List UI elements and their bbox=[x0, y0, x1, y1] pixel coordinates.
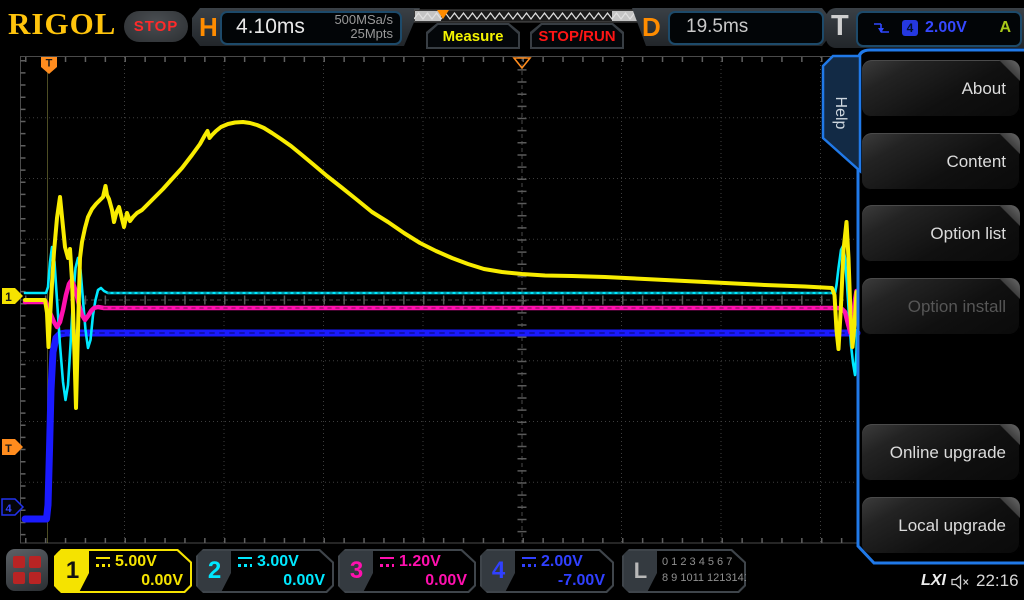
svg-text:1: 1 bbox=[5, 290, 12, 304]
trigger-panel[interactable]: T 4 2.00V A bbox=[826, 8, 1024, 48]
lxi-indicator: LXI bbox=[921, 572, 946, 589]
ch1-trace bbox=[23, 120, 859, 410]
timebase-value: 4.10ms bbox=[236, 15, 305, 38]
trigger-label: T bbox=[831, 10, 849, 42]
channel4-offset: -7.00V bbox=[557, 572, 605, 589]
clock: 22:16 bbox=[976, 571, 1019, 590]
trigger-sweep-mode: A bbox=[999, 19, 1011, 36]
delay-value: 19.5ms bbox=[686, 16, 749, 37]
measure-button[interactable]: Measure bbox=[426, 23, 520, 49]
delay-box[interactable]: 19.5ms bbox=[668, 11, 824, 45]
trigger-position-marker[interactable]: T bbox=[41, 57, 57, 74]
grid-icon-square bbox=[29, 556, 41, 568]
channel1-status[interactable]: 1 5.00V 0.00V bbox=[54, 549, 192, 593]
channel2-scale: 3.00V bbox=[257, 553, 299, 570]
record-window-left bbox=[415, 11, 441, 21]
ch4-zero-marker[interactable]: 4 bbox=[1, 498, 25, 516]
ch2-coupling-icon bbox=[238, 557, 252, 568]
grid-icon-square bbox=[29, 572, 41, 584]
svg-text:T: T bbox=[5, 443, 12, 455]
horizontal-label: H bbox=[199, 11, 218, 42]
rigol-logo: RIGOL bbox=[8, 6, 117, 41]
menu-item-online-upgrade[interactable]: Online upgrade bbox=[862, 424, 1020, 481]
logic-row-8-15: 8 9 1011 12131415 bbox=[662, 572, 756, 584]
memory-depth: 25Mpts bbox=[350, 26, 393, 41]
channel1-scale: 5.00V bbox=[115, 553, 157, 570]
ch1-coupling-icon bbox=[96, 557, 110, 568]
trigger-info-box[interactable]: 4 2.00V A bbox=[856, 11, 1022, 47]
ch3-trace bbox=[22, 278, 860, 336]
center-axes bbox=[21, 57, 857, 543]
ch3-coupling-icon bbox=[380, 557, 394, 568]
channel4-scale: 2.00V bbox=[541, 553, 583, 570]
ch2-trace bbox=[23, 244, 859, 402]
svg-text:T: T bbox=[46, 58, 53, 70]
channel2-status[interactable]: 2 3.00V 0.00V bbox=[196, 549, 334, 593]
ch4-coupling-icon bbox=[522, 557, 536, 568]
channel3-status[interactable]: 3 1.20V 0.00V bbox=[338, 549, 476, 593]
trigger-level-marker[interactable]: T bbox=[2, 439, 23, 455]
channel1-offset: 0.00V bbox=[141, 572, 183, 589]
function-grid-icon[interactable] bbox=[6, 549, 48, 591]
channel4-status[interactable]: 4 2.00V -7.00V bbox=[480, 549, 614, 593]
menu-item-option-list[interactable]: Option list bbox=[862, 205, 1020, 262]
record-position-bar[interactable] bbox=[414, 9, 640, 23]
menu-item-about[interactable]: About bbox=[862, 60, 1020, 117]
trigger-slope-icon bbox=[874, 23, 889, 33]
grid-icon-square bbox=[13, 556, 25, 568]
sample-rate: 500MSa/s bbox=[334, 12, 393, 27]
delay-panel[interactable]: D 19.5ms bbox=[632, 8, 830, 46]
oscilloscope-screen: T 1 T 4 RIGOL STOP H 4.10ms 500MSa/s 25M… bbox=[0, 0, 1024, 600]
grid-icon-square bbox=[13, 572, 25, 584]
menu-item-local-upgrade[interactable]: Local upgrade bbox=[862, 497, 1020, 554]
run-state-badge: STOP bbox=[124, 11, 188, 42]
measure-button-label: Measure bbox=[428, 25, 518, 47]
edge-ticks bbox=[20, 57, 857, 543]
stop-run-button-label: STOP/RUN bbox=[532, 25, 622, 47]
trigger-source-badge: 4 bbox=[902, 20, 918, 36]
menu-item-content[interactable]: Content bbox=[862, 133, 1020, 190]
channel2-offset: 0.00V bbox=[283, 572, 325, 589]
logic-row-0-7: 0 1 2 3 4 5 6 7 bbox=[662, 556, 733, 568]
horizontal-panel[interactable]: H 4.10ms 500MSa/s 25Mpts bbox=[192, 8, 420, 46]
timebase-box[interactable]: 4.10ms 500MSa/s 25Mpts bbox=[220, 11, 402, 45]
graticule bbox=[20, 56, 858, 544]
delay-label: D bbox=[642, 11, 661, 42]
stop-run-button[interactable]: STOP/RUN bbox=[530, 23, 624, 49]
help-tab-label: Help bbox=[832, 96, 849, 130]
sound-muted-icon bbox=[951, 574, 969, 590]
menu-item-option-install[interactable]: Option install bbox=[862, 278, 1020, 335]
channel3-scale: 1.20V bbox=[399, 553, 441, 570]
acquisition-rates: 500MSa/s 25Mpts bbox=[334, 13, 393, 41]
logic-channels-status[interactable]: L 0 1 2 3 4 5 6 7 8 9 1011 12131415 bbox=[622, 549, 746, 593]
trigger-level-value: 2.00V bbox=[925, 19, 967, 36]
ch1-zero-marker[interactable]: 1 bbox=[2, 288, 23, 304]
channel3-offset: 0.00V bbox=[425, 572, 467, 589]
svg-text:4: 4 bbox=[5, 503, 12, 515]
